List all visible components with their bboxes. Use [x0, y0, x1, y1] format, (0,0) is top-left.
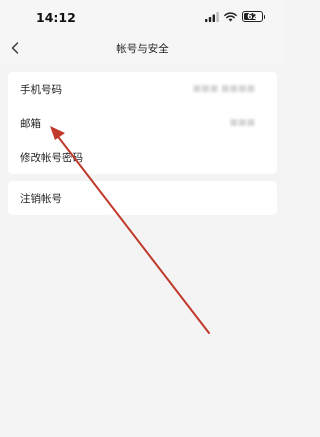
battery-icon: 62 — [242, 11, 265, 22]
battery-level: 62 — [247, 11, 258, 21]
wifi-icon — [224, 11, 237, 22]
status-time: 14:12 — [36, 10, 76, 25]
phone-number-row[interactable]: 手机号码 ■■■ ■■■■ — [8, 72, 277, 106]
account-danger-group: 注销帐号 — [8, 181, 277, 215]
annotation-arrow — [50, 126, 210, 334]
status-icons: 62 — [205, 11, 265, 22]
account-settings-group: 手机号码 ■■■ ■■■■ 邮箱 ■■■ 修改帐号密码 — [8, 72, 277, 174]
email-label: 邮箱 — [20, 117, 41, 130]
phone-number-label: 手机号码 — [20, 83, 62, 96]
nav-bar: 帐号与安全 — [0, 34, 285, 64]
phone-number-value-blurred: ■■■ ■■■■ — [192, 84, 255, 94]
page-title: 帐号与安全 — [116, 43, 169, 55]
email-row[interactable]: 邮箱 ■■■ — [8, 106, 277, 140]
change-password-row[interactable]: 修改帐号密码 — [8, 140, 277, 174]
delete-account-row[interactable]: 注销帐号 — [8, 181, 277, 215]
change-password-label: 修改帐号密码 — [20, 151, 83, 164]
email-value-blurred: ■■■ — [229, 118, 255, 128]
signal-icon — [205, 11, 219, 22]
status-bar: 14:12 62 — [0, 0, 285, 34]
delete-account-label: 注销帐号 — [20, 192, 62, 205]
